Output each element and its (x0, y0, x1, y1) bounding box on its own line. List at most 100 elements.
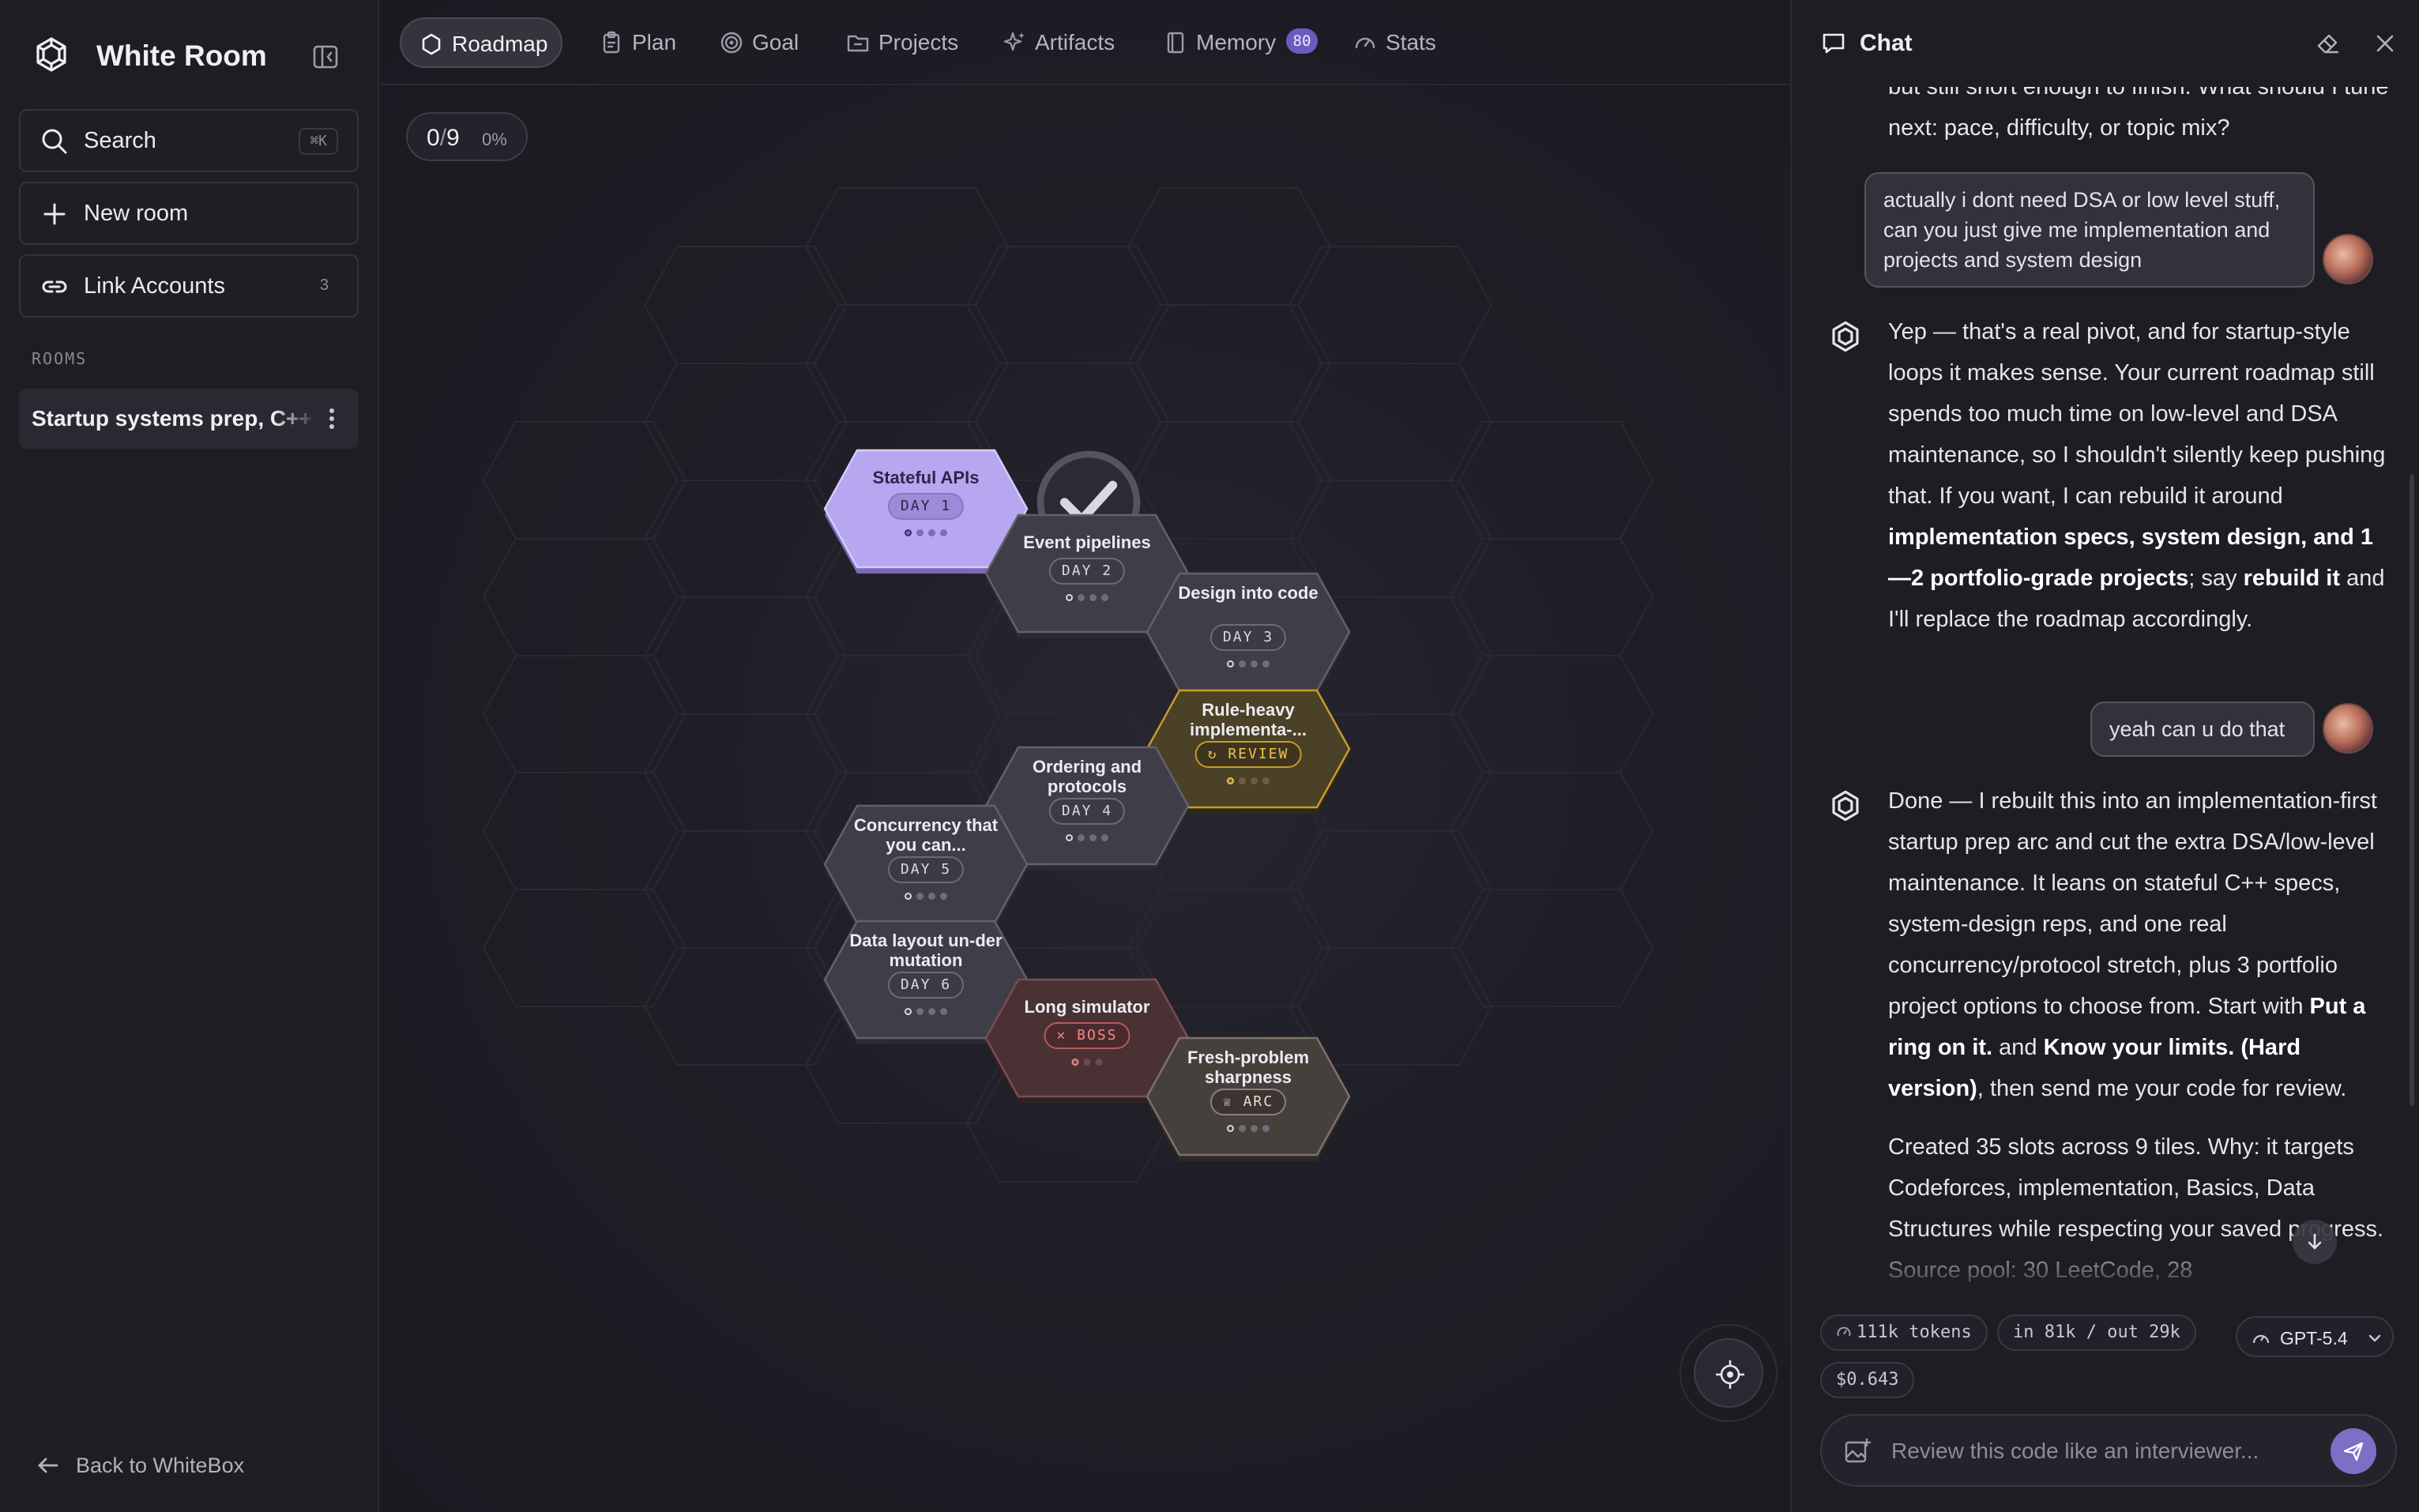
model-name: GPT-5.4 (2280, 1328, 2348, 1348)
chat-title: Chat (1860, 30, 1913, 56)
tile-tag-label: DAY 6 (900, 976, 952, 993)
arrow-left-icon (38, 1457, 58, 1473)
token-count: 111k tokens (1857, 1322, 1972, 1342)
progress-dot (1101, 594, 1108, 601)
user-avatar (2323, 703, 2373, 754)
tile-title: Ordering and protocols (1032, 757, 1142, 796)
progress-dot (1101, 834, 1108, 841)
progress-dot (905, 529, 912, 536)
chat-bubble-icon (1823, 33, 1845, 54)
back-to-whitebox-link[interactable]: Back to WhiteBox (35, 1452, 244, 1479)
tab-bar: Roadmap Plan Goal Projects Artifacts Mem… (381, 0, 1790, 85)
message-composer (1820, 1414, 2397, 1487)
tile-tag: DAY 3 (1210, 624, 1287, 651)
progress-dot (916, 1008, 924, 1015)
progress-dot (1239, 1125, 1246, 1132)
tile-title: Rule-heavy implementa-... (1190, 700, 1307, 739)
white-room-logo-icon (36, 37, 66, 72)
assistant-text: ; say (2188, 566, 2244, 591)
rooms-heading: ROOMS (32, 349, 88, 368)
chevron-down-icon (2368, 1334, 2381, 1342)
progress-dot (928, 529, 935, 536)
tab-artifacts[interactable]: Artifacts (984, 17, 1139, 68)
refresh-icon: ↻ (1207, 746, 1228, 762)
tile-tag: ↻ REVIEW (1194, 741, 1302, 768)
tile-progress-dots (1227, 660, 1270, 668)
sparkles-icon (1003, 32, 1025, 51)
progress-dot (1089, 834, 1097, 841)
tile-progress-dots (905, 529, 947, 537)
link-accounts-label: Link Accounts (84, 273, 225, 299)
trophy-icon: ♕ (1222, 1093, 1243, 1110)
tile-title: Data layout un-der mutation (849, 931, 1003, 970)
assistant-logo-icon (1832, 790, 1859, 822)
tab-plan[interactable]: Plan (581, 17, 692, 68)
tab-goal[interactable]: Goal (702, 17, 820, 68)
room-item[interactable]: Startup systems prep, C++ (19, 389, 359, 449)
tile-progress-dots (1066, 834, 1108, 842)
new-room-label: New room (84, 201, 189, 226)
hex-grid-cell (1127, 304, 1332, 423)
tile-title: Stateful APIs (872, 468, 980, 487)
crosshair-icon (1716, 1360, 1744, 1389)
progress-dot (1239, 777, 1246, 784)
tab-stats[interactable]: Stats (1335, 17, 1446, 68)
tab-memory[interactable]: Memory 80 (1146, 17, 1332, 68)
link-icon (42, 280, 67, 293)
recenter-button[interactable] (1694, 1338, 1763, 1408)
tile-title: Event pipelines (1023, 532, 1151, 552)
progress-dot (1089, 594, 1097, 601)
tile-tag-label: ARC (1243, 1093, 1274, 1110)
tile-progress-dots (1071, 1059, 1103, 1066)
send-icon (2343, 1442, 2364, 1461)
clipboard-icon (603, 31, 620, 54)
tile-tag: DAY 1 (887, 493, 965, 520)
hex-grid-cell (1449, 889, 1654, 1007)
send-button[interactable] (2331, 1428, 2376, 1474)
progress-dot (1251, 777, 1258, 784)
tile-tag-label: DAY 3 (1222, 629, 1274, 645)
progress-dot (928, 1008, 935, 1015)
roadmap-tile[interactable]: Design into code DAY 3 (1146, 572, 1351, 697)
tab-roadmap[interactable]: Roadmap (400, 17, 562, 68)
chat-scrollbar[interactable] (2410, 474, 2414, 1106)
message-input[interactable] (1891, 1431, 2318, 1471)
eraser-icon[interactable] (2315, 30, 2342, 57)
hex-grid-cell (482, 538, 687, 656)
hex-grid-cell (1288, 363, 1493, 481)
scroll-to-bottom-button[interactable] (2293, 1220, 2337, 1264)
close-icon[interactable] (2372, 30, 2398, 57)
more-vertical-icon[interactable] (316, 403, 348, 434)
brand[interactable]: White Room (32, 35, 267, 74)
gauge-icon (1355, 37, 1375, 49)
cost-chip: $0.643 (1820, 1362, 1915, 1398)
tile-title: Design into code (1178, 583, 1319, 603)
search-label: Search (84, 128, 156, 153)
progress-dot (1227, 777, 1234, 784)
image-upload-icon[interactable] (1842, 1436, 1872, 1466)
tile-tag: DAY 4 (1048, 798, 1126, 825)
roadmap-board: Stateful APIs DAY 1 Event pipelines DAY 2 De… (381, 85, 1790, 1512)
roadmap-tile[interactable]: Concurrency that you can... DAY 5 (823, 804, 1029, 929)
sidebar-collapse-icon[interactable] (310, 41, 341, 73)
model-selector[interactable]: GPT-5.4 (2236, 1316, 2394, 1357)
roadmap-tile[interactable]: Fresh-problem sharpness ♕ ARC (1146, 1036, 1351, 1161)
chat-messages[interactable]: but still short enough to finish. What s… (1792, 0, 2419, 1296)
link-accounts-button[interactable]: Link Accounts 3 (19, 254, 359, 318)
hex-grid-cell (804, 187, 1010, 306)
hex-grid-cell (643, 480, 848, 598)
chat-header: Chat (1792, 0, 2419, 87)
hex-grid-cell (1127, 187, 1332, 306)
hex-grid-cell (1449, 538, 1654, 656)
progress-dot (1095, 1059, 1103, 1066)
folder-icon (847, 35, 869, 52)
hex-grid-cell (643, 246, 848, 364)
progress-dot (916, 529, 924, 536)
progress-dot (1066, 594, 1073, 601)
tab-projects[interactable]: Projects (828, 17, 978, 68)
search-button[interactable]: Search ⌘K (19, 109, 359, 172)
progress-dot (905, 893, 912, 900)
user-avatar (2323, 234, 2373, 284)
new-room-button[interactable]: New room (19, 182, 359, 245)
tile-tag: DAY 5 (887, 856, 965, 883)
